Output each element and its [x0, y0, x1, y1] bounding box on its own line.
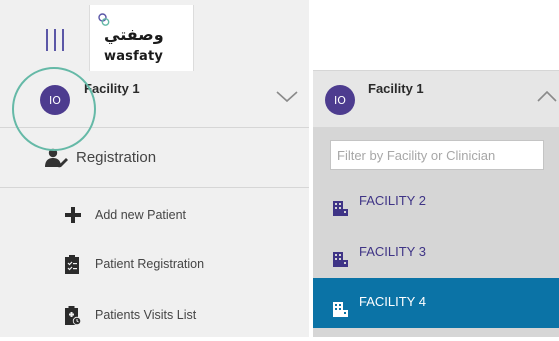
nav-patients-visits-list[interactable]: Patients Visits List: [0, 291, 309, 341]
nav-patient-registration[interactable]: Patient Registration: [0, 240, 309, 290]
facility-avatar: IO: [40, 85, 70, 115]
chevron-up-icon: [537, 91, 557, 102]
nav-add-new-patient-label: Add new Patient: [95, 208, 187, 222]
sidebar: وصفتي wasfaty IO Facility 1 Registration…: [0, 0, 309, 337]
building-icon: [333, 201, 348, 216]
nav-registration-label: Registration: [76, 149, 157, 166]
nav-registration[interactable]: Registration: [0, 128, 309, 188]
facility-switcher-panel: IO Facility 1 FACILITY 2: [313, 0, 559, 337]
switcher-facility-name: Facility 1: [368, 81, 424, 96]
facility-option[interactable]: FACILITY 3: [313, 228, 559, 278]
facility-option-label: FACILITY 4: [359, 294, 426, 309]
logo-arabic-text: وصفتي: [104, 25, 164, 44]
menu-icon[interactable]: [46, 29, 64, 51]
user-edit-icon: [45, 148, 68, 168]
facility-option-label: FACILITY 2: [359, 193, 426, 208]
clipboard-icon: [65, 255, 79, 274]
plus-icon: [65, 207, 81, 223]
sidebar-topbar: وصفتي wasfaty: [0, 0, 309, 71]
nav-patient-registration-label: Patient Registration: [95, 257, 205, 271]
logo-latin-text: wasfaty: [104, 49, 164, 64]
building-icon: [333, 302, 348, 317]
current-facility-toggle[interactable]: IO Facility 1: [0, 71, 309, 128]
nav-add-new-patient[interactable]: Add new Patient: [0, 191, 309, 241]
switcher-topbar: [313, 0, 559, 71]
switcher-facility-toggle[interactable]: IO Facility 1: [313, 71, 559, 127]
building-icon: [333, 252, 348, 267]
facility-filter-input[interactable]: [330, 140, 544, 170]
facility-option-selected[interactable]: FACILITY 4: [313, 278, 559, 328]
current-facility-name: Facility 1: [84, 81, 140, 96]
facility-option-label: FACILITY 3: [359, 244, 426, 259]
switcher-facility-avatar: IO: [325, 85, 355, 115]
wasfaty-logo[interactable]: وصفتي wasfaty: [89, 5, 194, 71]
chevron-down-icon: [276, 91, 298, 103]
clipboard-clock-icon: [65, 306, 82, 326]
facility-option[interactable]: FACILITY 2: [313, 177, 559, 227]
facility-dropdown: FACILITY 2 FACILITY 3 FACILITY 4: [313, 127, 559, 337]
nav-patients-visits-list-label: Patients Visits List: [95, 308, 197, 322]
